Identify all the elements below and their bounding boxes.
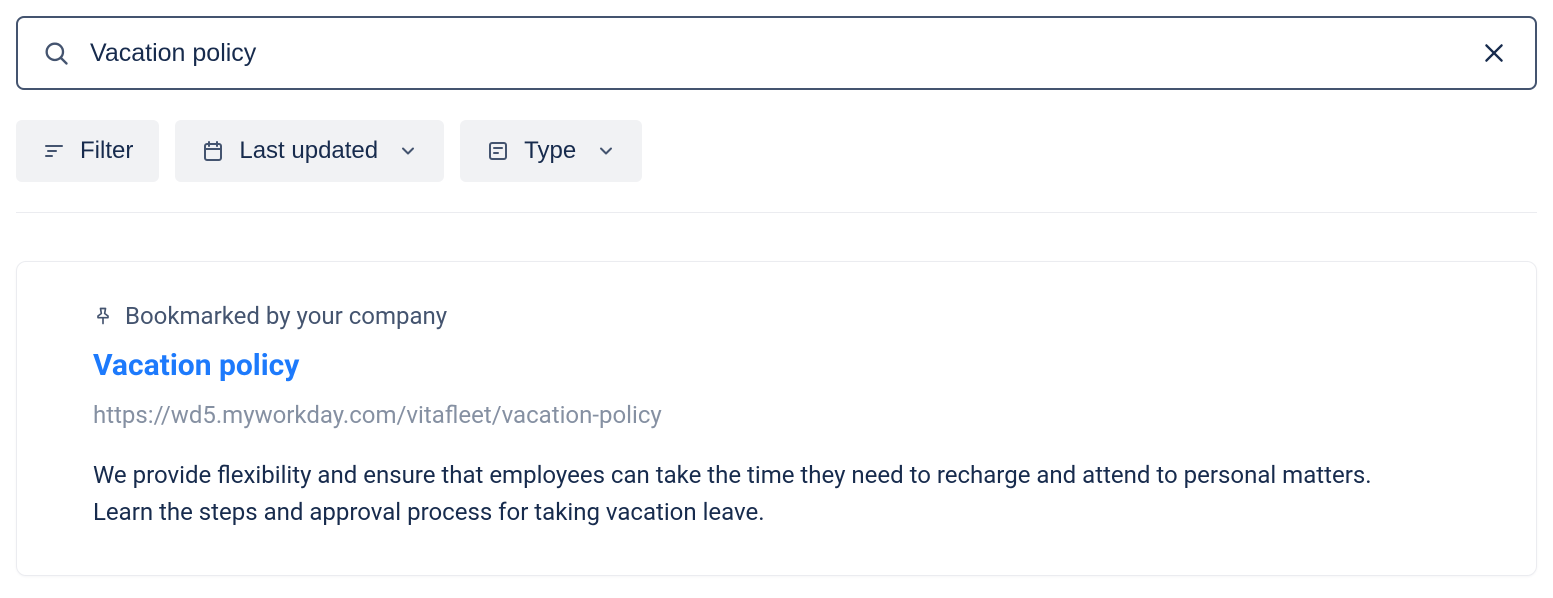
- result-url: https://wd5.myworkday.com/vitafleet/vaca…: [93, 401, 1460, 429]
- last-updated-filter[interactable]: Last updated: [175, 120, 444, 182]
- type-filter[interactable]: Type: [460, 120, 642, 182]
- search-icon: [42, 39, 70, 67]
- chevron-down-icon: [398, 141, 418, 161]
- filter-bar: Filter Last updated Type: [16, 120, 1537, 213]
- document-icon: [486, 139, 510, 163]
- chevron-down-icon: [596, 141, 616, 161]
- filter-icon: [42, 139, 66, 163]
- search-result-card: Bookmarked by your company Vacation poli…: [16, 261, 1537, 576]
- search-bar: [16, 16, 1537, 90]
- calendar-icon: [201, 139, 225, 163]
- bookmarked-indicator: Bookmarked by your company: [93, 302, 1460, 330]
- last-updated-label: Last updated: [239, 137, 378, 165]
- search-input[interactable]: [90, 39, 1457, 68]
- result-title-link[interactable]: Vacation policy: [93, 348, 299, 383]
- pin-icon: [93, 306, 113, 326]
- close-icon: [1481, 40, 1507, 66]
- clear-search-button[interactable]: [1477, 36, 1511, 70]
- result-description: We provide flexibility and ensure that e…: [93, 457, 1413, 531]
- filter-button[interactable]: Filter: [16, 120, 159, 182]
- bookmarked-label: Bookmarked by your company: [125, 302, 447, 330]
- type-label: Type: [524, 137, 576, 165]
- filter-label: Filter: [80, 137, 133, 165]
